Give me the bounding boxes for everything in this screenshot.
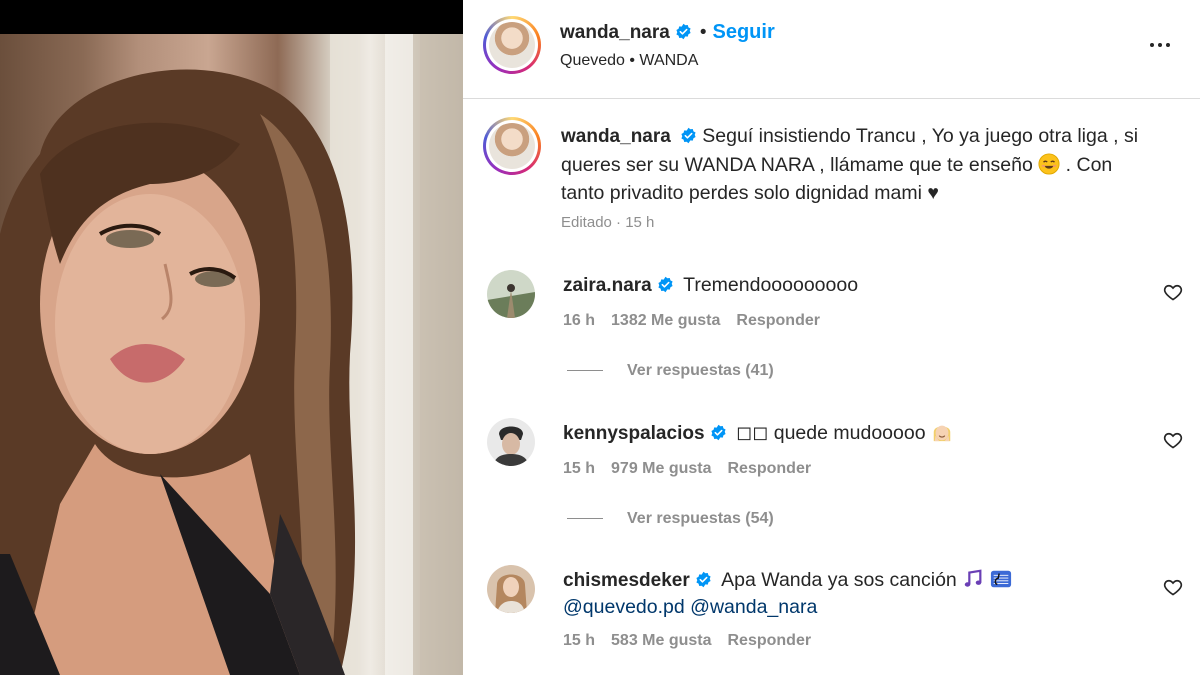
- reply-button[interactable]: Responder: [728, 460, 812, 477]
- post-caption: wanda_nara Seguí insistiendo Trancu , Yo…: [561, 122, 1141, 207]
- replies-divider: [567, 518, 603, 520]
- view-replies-button[interactable]: Ver respuestas (41): [567, 362, 774, 380]
- comment-time[interactable]: 15 h: [563, 632, 595, 649]
- verified-badge-icon: [658, 276, 673, 293]
- comment-text: Apa Wanda ya sos canción: [721, 569, 957, 591]
- smiling-face-emoji-icon: [1038, 153, 1060, 175]
- like-heart-icon[interactable]: [1163, 282, 1183, 302]
- comment-text: Tremendooooooooo: [683, 274, 859, 296]
- like-heart-icon[interactable]: [1163, 577, 1183, 597]
- replies-divider: [567, 370, 603, 372]
- post-media-panel: [0, 0, 463, 675]
- comment-time[interactable]: 15 h: [563, 460, 595, 477]
- author-line: wanda_nara • Seguir: [560, 21, 775, 44]
- post-sidebar: wanda_nara • Seguir Quevedo • WANDA wanda_…: [463, 0, 1200, 675]
- view-replies-button[interactable]: Ver respuestas (54): [567, 510, 774, 528]
- separator-dot: •: [699, 22, 707, 43]
- author-username[interactable]: wanda_nara: [560, 22, 670, 43]
- comment-likes[interactable]: 1382 Me gusta: [611, 312, 720, 329]
- verified-badge-icon: [696, 571, 711, 588]
- comment-username[interactable]: zaira.nara: [563, 275, 652, 296]
- author-avatar[interactable]: [483, 16, 541, 74]
- photo-illustration: [0, 34, 463, 675]
- caption-username[interactable]: wanda_nara: [561, 126, 671, 147]
- caption-meta: Editado · 15 h: [561, 214, 655, 231]
- mention-link[interactable]: @wanda_nara: [690, 596, 817, 618]
- person-facepalm-emoji-icon: [933, 425, 951, 442]
- location-link[interactable]: Quevedo • WANDA: [560, 52, 698, 70]
- verified-badge-icon: [676, 23, 691, 40]
- reply-button[interactable]: Responder: [728, 632, 812, 649]
- comment-likes[interactable]: 583 Me gusta: [611, 632, 711, 649]
- reply-button[interactable]: Responder: [736, 312, 820, 329]
- caption-avatar[interactable]: [483, 117, 541, 175]
- comment-avatar[interactable]: [487, 418, 535, 466]
- comment-likes[interactable]: 979 Me gusta: [611, 460, 711, 477]
- comment-username[interactable]: kennyspalacios: [563, 423, 705, 444]
- follow-button[interactable]: Seguir: [712, 21, 774, 43]
- like-heart-icon[interactable]: [1163, 430, 1183, 450]
- mention-link[interactable]: @quevedo.pd: [563, 596, 685, 618]
- comment-avatar[interactable]: [487, 270, 535, 318]
- verified-badge-icon: [681, 127, 696, 144]
- post-photo[interactable]: [0, 34, 463, 675]
- comment-text: ◻◻ quede mudooooo: [735, 422, 926, 444]
- musical-score-emoji-icon: [990, 570, 1011, 588]
- more-options-icon[interactable]: [1148, 34, 1174, 54]
- verified-badge-icon: [710, 424, 726, 441]
- comment-avatar[interactable]: [487, 565, 535, 613]
- post-header: wanda_nara • Seguir Quevedo • WANDA: [463, 0, 1200, 99]
- comment-time[interactable]: 16 h: [563, 312, 595, 329]
- musical-notes-emoji-icon: [964, 569, 982, 587]
- comment-username[interactable]: chismesdeker: [563, 570, 690, 591]
